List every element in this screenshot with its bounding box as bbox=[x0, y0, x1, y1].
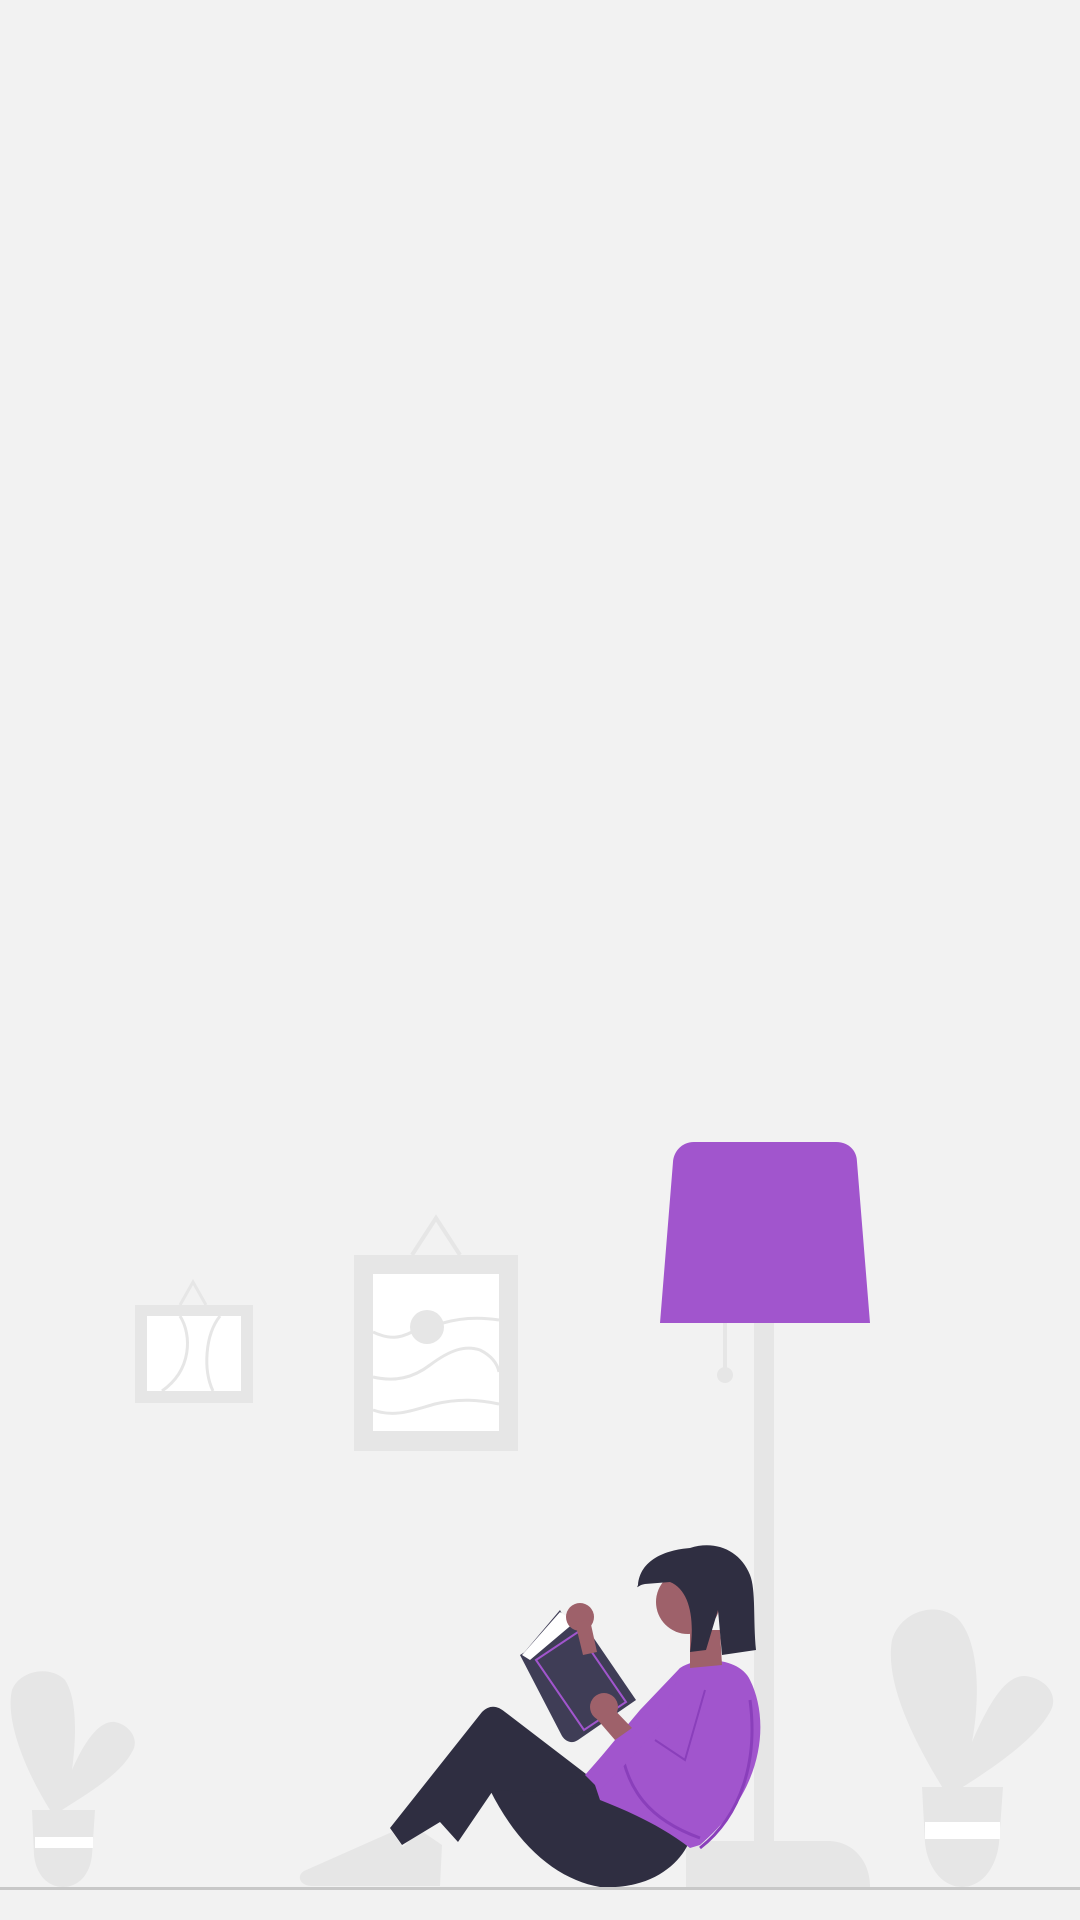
reading-person-icon bbox=[299, 1545, 761, 1888]
right-potted-plant-icon bbox=[890, 1609, 1054, 1887]
floor-line bbox=[0, 1887, 1080, 1890]
large-picture-frame-icon bbox=[354, 1214, 518, 1451]
left-potted-plant-icon bbox=[10, 1671, 135, 1887]
reading-scene-illustration bbox=[10, 1142, 1054, 1888]
small-picture-frame-icon bbox=[135, 1278, 253, 1403]
